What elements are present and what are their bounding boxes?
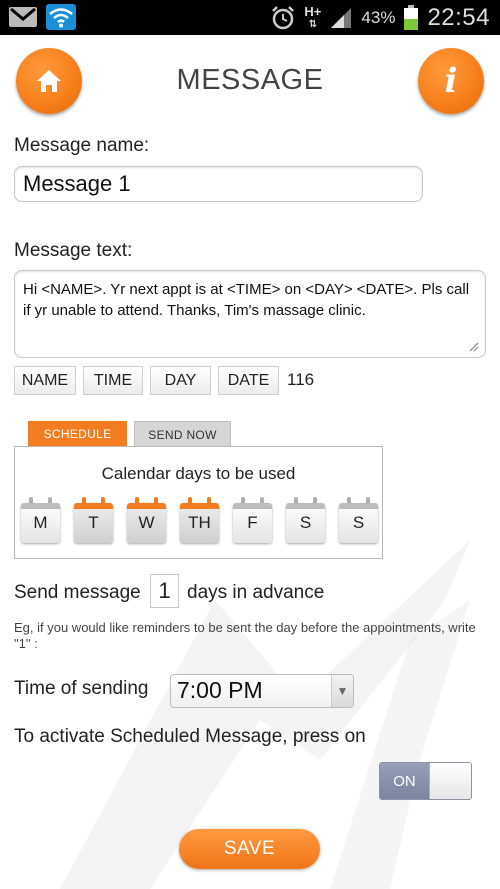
activate-label: To activate Scheduled Message, press on <box>14 726 366 747</box>
gmail-icon <box>9 7 37 27</box>
resize-grip-icon[interactable] <box>467 340 479 352</box>
calendar-days-title: Calendar days to be used <box>101 464 296 483</box>
day-button-face: T <box>74 503 113 543</box>
tab-send-now[interactable]: SEND NOW <box>134 421 231 447</box>
day-button-face: F <box>233 503 272 543</box>
save-button[interactable]: SAVE <box>179 829 320 869</box>
day-button-band <box>127 503 166 509</box>
advance-hint: Eg, if you would like reminders to be se… <box>14 620 476 651</box>
day-button-face: S <box>286 503 325 543</box>
battery-percent: 43% <box>361 7 396 27</box>
day-button-face: S <box>339 503 378 543</box>
day-button-label: T <box>88 513 99 532</box>
day-button-0[interactable]: M <box>21 497 60 544</box>
battery-icon <box>404 4 419 30</box>
insert-date-button[interactable]: DATE <box>218 366 279 395</box>
message-text-label: Message text: <box>14 240 133 261</box>
clock: 22:54 <box>427 3 490 31</box>
day-button-label: M <box>33 513 48 532</box>
message-name-label: Message name: <box>14 135 150 156</box>
schedule-toggle[interactable]: ON <box>379 762 472 800</box>
insert-name-button[interactable]: NAME <box>14 366 76 395</box>
toggle-on-label: ON <box>380 763 429 799</box>
day-button-face: M <box>21 503 60 543</box>
network-type-label: H+ ⇅ <box>304 3 322 30</box>
message-text-value: Hi <NAME>. Yr next appt is at <TIME> on … <box>23 281 470 319</box>
day-button-band <box>286 503 325 509</box>
day-button-6[interactable]: S <box>339 497 378 544</box>
advance-suffix-label: days in advance <box>187 582 325 603</box>
day-button-face: W <box>127 503 166 543</box>
day-button-2[interactable]: W <box>127 497 166 544</box>
time-select-value: 7:00 PM <box>177 677 263 703</box>
day-button-label: F <box>247 513 258 532</box>
day-button-1[interactable]: T <box>74 497 113 544</box>
day-button-band <box>233 503 272 509</box>
tab-schedule[interactable]: SCHEDULE <box>28 421 127 447</box>
toggle-knob <box>429 763 471 799</box>
day-button-band <box>74 503 113 509</box>
days-in-advance-input[interactable]: 1 <box>150 574 179 608</box>
day-button-3[interactable]: TH <box>180 497 219 544</box>
message-text-area[interactable]: Hi <NAME>. Yr next appt is at <TIME> on … <box>14 270 486 358</box>
signal-icon <box>331 7 352 28</box>
day-button-band <box>180 503 219 509</box>
day-button-band <box>21 503 60 509</box>
day-button-label: S <box>352 513 365 532</box>
insert-day-button[interactable]: DAY <box>150 366 211 395</box>
wifi-icon <box>46 4 76 30</box>
day-button-face: TH <box>180 503 219 543</box>
day-button-4[interactable]: F <box>233 497 272 544</box>
alarm-icon <box>272 5 295 29</box>
chevron-down-icon: ▼ <box>331 675 353 707</box>
day-button-label: W <box>138 513 155 532</box>
insert-time-button[interactable]: TIME <box>83 366 143 395</box>
status-bar: H+ ⇅ 43% 22:54 <box>0 0 500 35</box>
time-of-sending-label: Time of sending <box>14 678 149 699</box>
character-count: 116 <box>287 370 315 389</box>
day-button-5[interactable]: S <box>286 497 325 544</box>
time-select[interactable]: 7:00 PM ▼ <box>170 674 354 708</box>
schedule-panel: Calendar days to be used M T W TH F S S <box>14 446 383 559</box>
day-button-label: S <box>299 513 312 532</box>
advance-prefix-label: Send message <box>14 582 141 603</box>
day-button-label: TH <box>188 513 211 532</box>
info-icon: i <box>444 61 458 101</box>
day-button-band <box>339 503 378 509</box>
message-name-input[interactable]: Message 1 <box>14 166 423 202</box>
info-button[interactable]: i <box>418 48 484 114</box>
